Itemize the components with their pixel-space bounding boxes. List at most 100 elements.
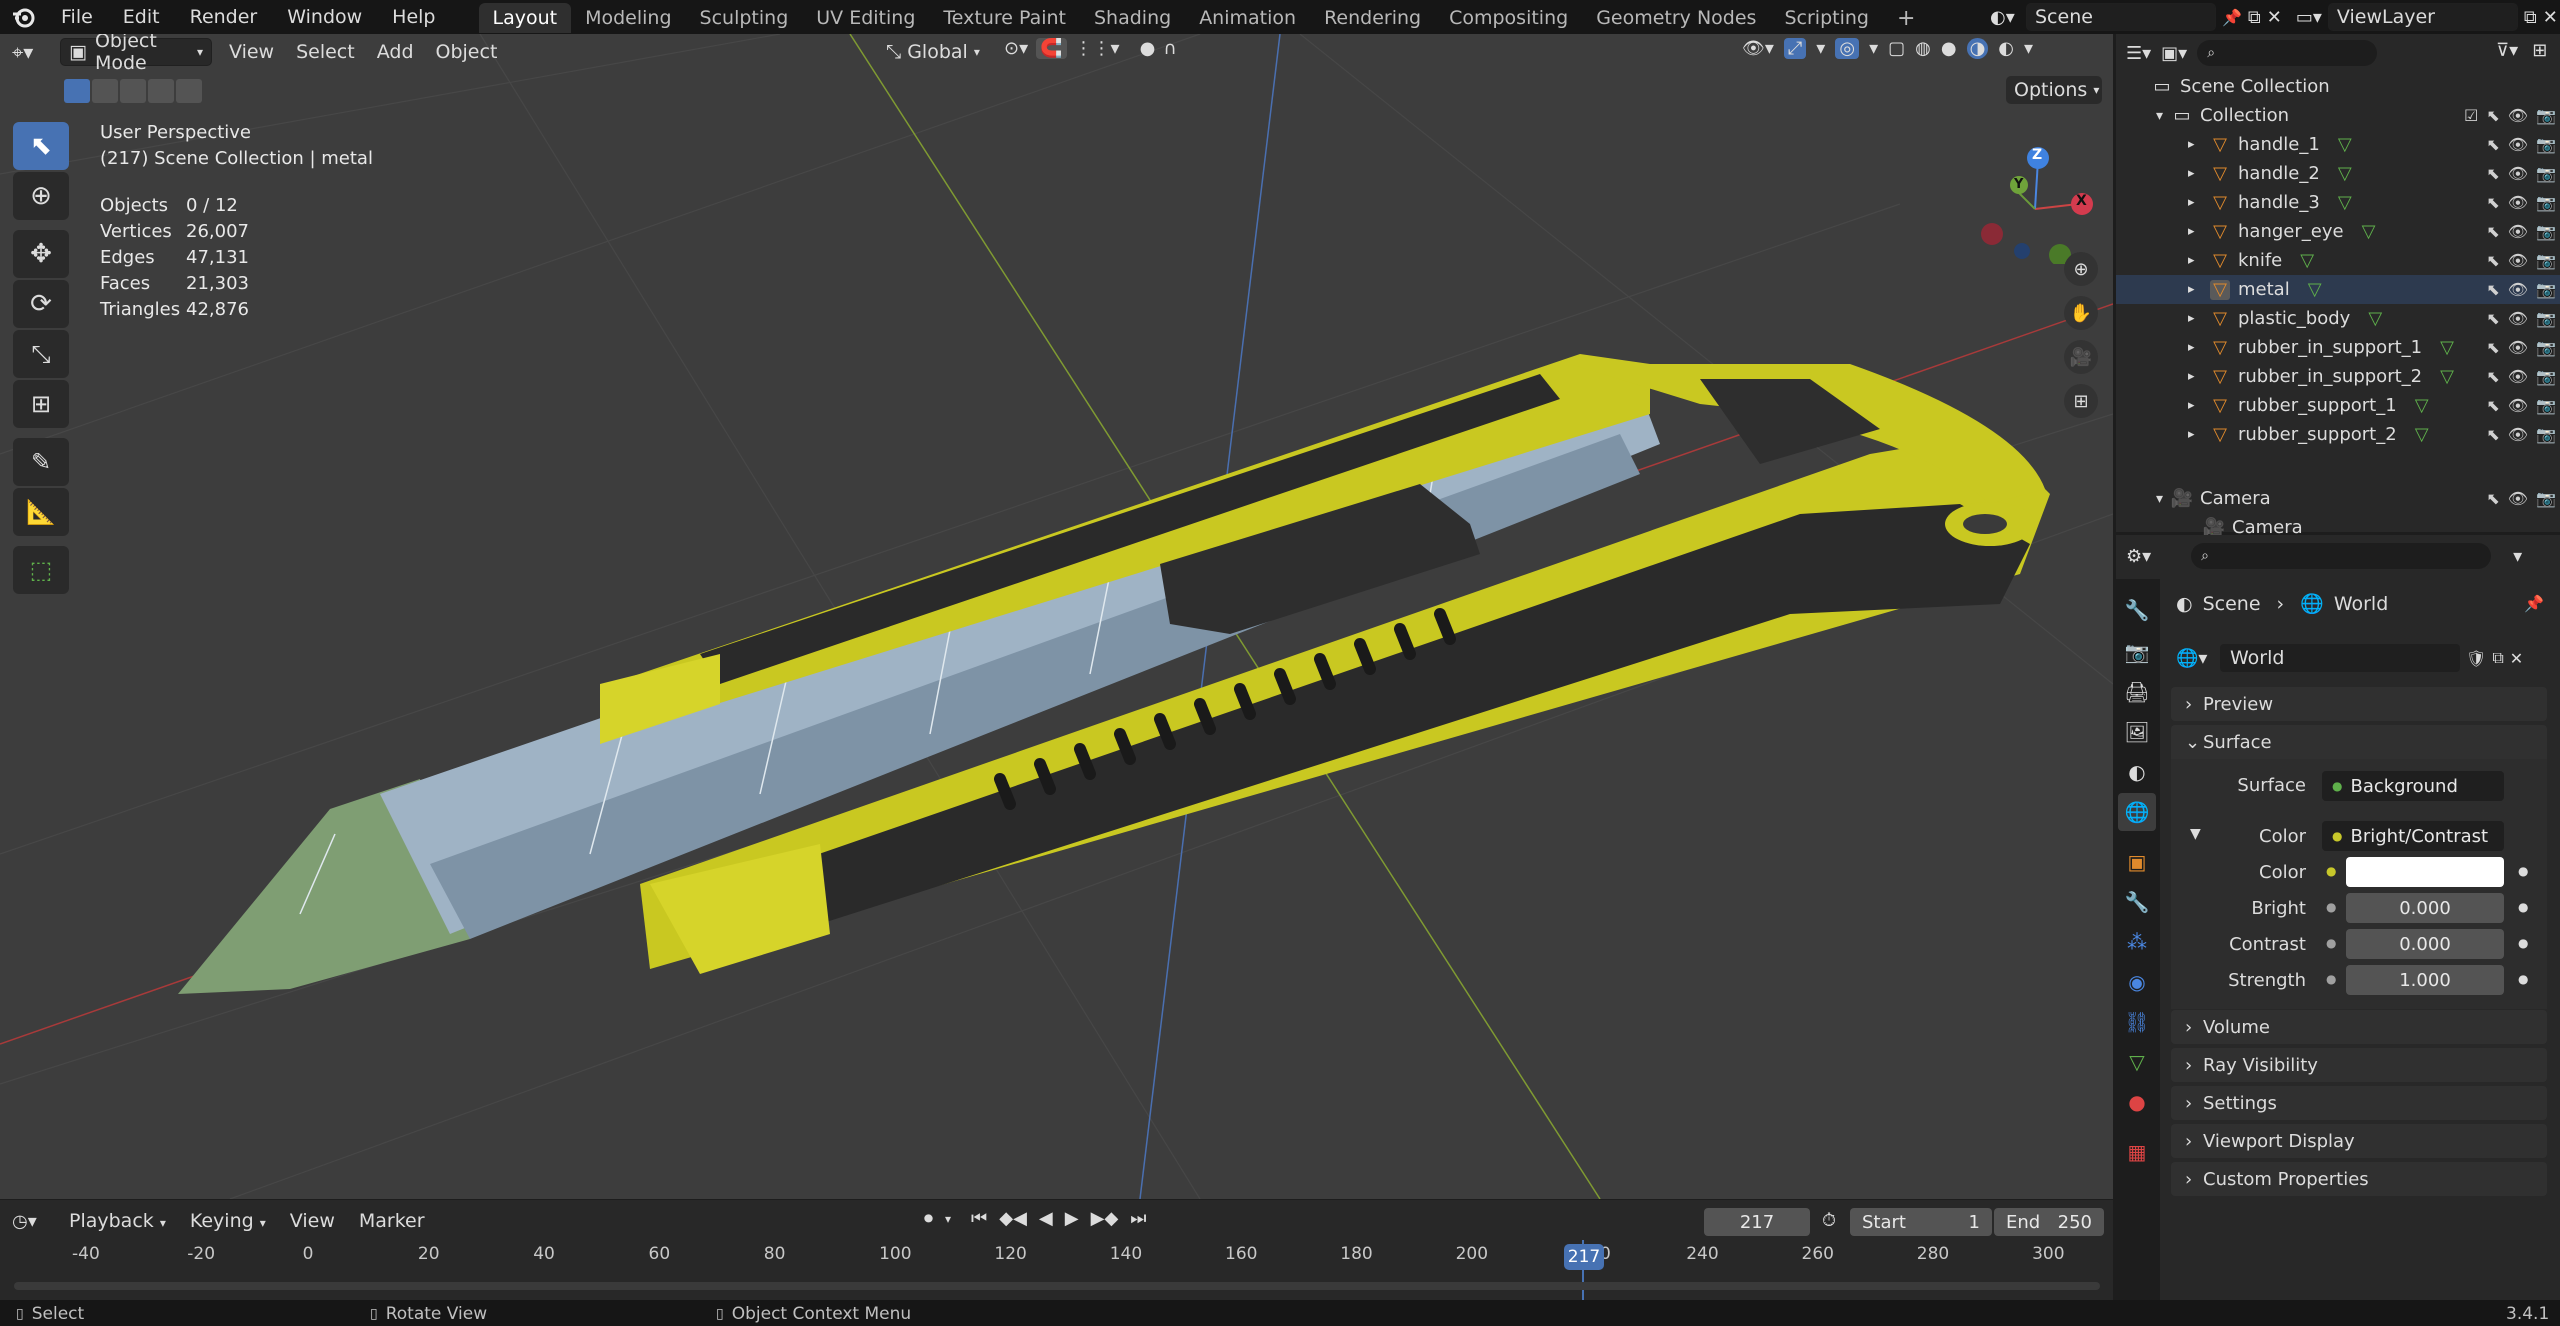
scene-selector[interactable]: Scene <box>2026 3 2216 31</box>
overlay-menu-icon[interactable]: ▾ <box>1869 38 1878 59</box>
render-camera-icon[interactable]: 📷 <box>2536 193 2556 212</box>
material-tab-icon[interactable]: ● <box>2118 1083 2156 1121</box>
world-name-field[interactable]: World <box>2220 644 2460 672</box>
prev-keyframe-icon[interactable]: ◆◀ <box>999 1208 1027 1229</box>
expand-arrow-icon[interactable]: ▸ <box>2188 340 2210 355</box>
properties-editor-icon[interactable]: ⚙▾ <box>2126 546 2151 567</box>
outliner-row-camera[interactable]: ▾ 🎥 Camera ⬉ 👁 📷 <box>2116 484 2560 513</box>
mesh-data-icon[interactable]: ▽ <box>2415 395 2429 416</box>
render-camera-icon[interactable]: 📷 <box>2536 164 2556 183</box>
mesh-data-icon[interactable]: ▽ <box>2368 308 2382 329</box>
view-layer-tab-icon[interactable]: 🖼 <box>2118 713 2156 751</box>
outliner-row-object[interactable]: ▸ ▽ plastic_body ▽ ⬉ 👁 📷 <box>2116 304 2560 333</box>
current-frame-field[interactable]: 217 <box>1704 1208 1810 1236</box>
properties-search[interactable]: ⌕ <box>2191 543 2492 569</box>
panel-volume[interactable]: › Volume <box>2171 1010 2547 1044</box>
render-camera-icon[interactable]: 📷 <box>2536 425 2556 444</box>
timeline-menu-view[interactable]: View <box>279 1210 346 1232</box>
mode-selector[interactable]: ▣ Object Mode ▾ <box>60 34 212 74</box>
gizmo-axis-y[interactable]: Y <box>2014 177 2023 192</box>
fake-user-shield-icon[interactable]: 🛡 <box>2466 649 2486 668</box>
selectable-icon[interactable]: ⬉ <box>2486 338 2499 357</box>
menu-render[interactable]: Render <box>175 0 273 34</box>
snap-icon[interactable]: 🧲 <box>1036 38 1067 59</box>
render-tab-icon[interactable]: 📷 <box>2118 633 2156 671</box>
blender-logo-icon[interactable] <box>0 0 46 34</box>
expand-arrow-icon[interactable]: ▸ <box>2188 427 2210 442</box>
viewport-menu-add[interactable]: Add <box>366 41 425 63</box>
expand-arrow-icon[interactable]: ▸ <box>2188 137 2210 152</box>
delete-view-layer-icon[interactable]: ✕ <box>2543 7 2558 28</box>
add-cube-tool[interactable]: ⬚ <box>13 546 69 594</box>
menu-window[interactable]: Window <box>272 0 377 34</box>
tab-layout[interactable]: Layout <box>478 3 572 33</box>
eye-icon[interactable]: 👁 <box>2508 193 2528 212</box>
expand-arrow-icon[interactable]: ▸ <box>2188 224 2210 239</box>
outliner-row-object[interactable]: ▸ ▽ rubber_support_2 ▽ ⬉ 👁 📷 <box>2116 420 2560 449</box>
pivot-point-icon[interactable]: ⊙▾ <box>1004 38 1028 59</box>
constraints-tab-icon[interactable]: ⛓ <box>2118 1003 2156 1041</box>
output-tab-icon[interactable]: 🖨 <box>2118 673 2156 711</box>
render-camera-icon[interactable]: 📷 <box>2536 489 2556 508</box>
jump-start-icon[interactable]: ⏮ <box>971 1208 987 1229</box>
mesh-data-icon[interactable]: ▽ <box>2338 192 2352 213</box>
expand-arrow-icon[interactable]: ▸ <box>2188 253 2210 268</box>
tab-scripting[interactable]: Scripting <box>1770 3 1883 33</box>
selectable-icon[interactable]: ⬉ <box>2486 396 2499 415</box>
render-camera-icon[interactable]: 📷 <box>2536 396 2556 415</box>
expand-arrow-icon[interactable]: ▸ <box>2188 282 2210 297</box>
cursor-tool[interactable]: ⊕ <box>13 172 69 220</box>
scene-icon[interactable]: ◐▾ <box>1990 7 2020 28</box>
select-new-icon[interactable] <box>64 79 90 103</box>
outliner-editor-icon[interactable]: ☰▾ <box>2126 43 2151 64</box>
selectable-icon[interactable]: ⬉ <box>2486 164 2499 183</box>
panel-ray-visibility[interactable]: › Ray Visibility <box>2171 1048 2547 1082</box>
render-camera-icon[interactable]: 📷 <box>2536 106 2556 125</box>
world-tab-icon[interactable]: 🌐 <box>2118 793 2156 831</box>
3d-viewport[interactable]: ⌖▾ ▣ Object Mode ▾ View Select Add Object … <box>0 34 2113 1199</box>
chevron-down-icon[interactable]: ▾ <box>945 1212 951 1226</box>
proportional-edit-icon[interactable]: ● <box>1140 38 1156 59</box>
physics-tab-icon[interactable]: ◉ <box>2118 963 2156 1001</box>
tab-sculpting[interactable]: Sculpting <box>686 3 803 33</box>
new-view-layer-icon[interactable]: ⧉ <box>2524 7 2537 28</box>
measure-tool[interactable]: 📐 <box>13 488 69 536</box>
transform-tool[interactable]: ⊞ <box>13 380 69 428</box>
editor-type-icon[interactable]: ⌖▾ <box>12 40 56 64</box>
select-subtract-icon[interactable] <box>120 79 146 103</box>
object-tab-icon[interactable]: ▣ <box>2118 843 2156 881</box>
timeline-scrollbar[interactable] <box>14 1282 2100 1290</box>
gizmo-menu-icon[interactable]: ▾ <box>1816 38 1825 59</box>
snap-target-icon[interactable]: ⋮⋮▾ <box>1075 38 1120 59</box>
eye-icon[interactable]: 👁 <box>2508 396 2528 415</box>
selectable-icon[interactable]: ⬉ <box>2486 135 2499 154</box>
new-scene-icon[interactable]: ⧉ <box>2248 7 2261 28</box>
pin-icon[interactable]: 📌 <box>2222 8 2242 27</box>
eye-icon[interactable]: 👁 <box>2508 489 2528 508</box>
mesh-data-icon[interactable]: ▽ <box>2415 424 2429 445</box>
outliner-row-collection[interactable]: ▾ ▭ Collection ☑ ⬉ 👁 📷 <box>2116 101 2560 130</box>
unlink-icon[interactable]: ✕ <box>2510 649 2523 668</box>
solid-shading-icon[interactable]: ● <box>1941 38 1957 59</box>
mesh-data-icon[interactable]: ▽ <box>2308 279 2322 300</box>
tab-compositing[interactable]: Compositing <box>1435 3 1582 33</box>
keyframe-dot-icon[interactable]: ● <box>2518 936 2528 950</box>
eye-icon[interactable]: 👁 <box>2508 338 2528 357</box>
eye-icon[interactable]: 👁 <box>2508 164 2528 183</box>
particles-tab-icon[interactable]: ⁂ <box>2118 923 2156 961</box>
panel-surface[interactable]: ⌄ Surface <box>2171 725 2547 759</box>
world-datablock-selector[interactable]: 🌐▾ World 🛡 ⧉ ✕ <box>2176 643 2548 673</box>
mesh-data-icon[interactable]: ▽ <box>2440 337 2454 358</box>
tab-rendering[interactable]: Rendering <box>1310 3 1435 33</box>
display-mode-icon[interactable]: ▣▾ <box>2161 43 2187 64</box>
eye-icon[interactable]: 👁 <box>2508 135 2528 154</box>
record-icon[interactable]: ⏺ <box>924 1208 933 1229</box>
color-input-node-field[interactable]: ● Bright/Contrast <box>2322 821 2504 851</box>
selectable-icon[interactable]: ⬉ <box>2486 309 2499 328</box>
mesh-data-icon[interactable]: ▽ <box>2300 250 2314 271</box>
gizmo-axis-z[interactable]: Z <box>2032 147 2042 163</box>
options-dropdown[interactable]: Options ▾ <box>2006 76 2102 104</box>
scale-tool[interactable]: ⤡ <box>13 330 69 378</box>
view-layer-selector[interactable]: ViewLayer <box>2327 3 2518 31</box>
camera-view-icon[interactable]: 🎥 <box>2064 340 2098 374</box>
